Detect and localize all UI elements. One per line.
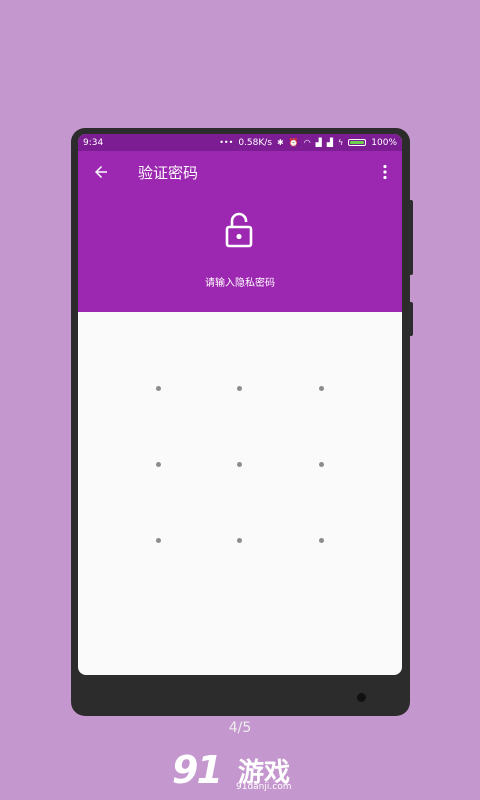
pattern-dot[interactable] (156, 538, 161, 543)
pattern-dot[interactable] (319, 386, 324, 391)
watermark-number: 91 (172, 748, 223, 792)
app-header: 验证密码 请输入隐私密码 (78, 151, 402, 312)
pattern-dot[interactable] (156, 462, 161, 467)
pattern-dot[interactable] (156, 386, 161, 391)
charging-icon: ϟ (337, 137, 344, 147)
pattern-grid[interactable] (78, 312, 402, 675)
pattern-dot[interactable] (319, 462, 324, 467)
signal-icon-2: ▟ (326, 137, 333, 147)
more-vert-icon[interactable] (382, 164, 388, 180)
bluetooth-icon: ✱ (277, 137, 284, 147)
wifi-icon: ◠ (303, 137, 311, 147)
more-dots-icon: ••• (219, 137, 234, 147)
password-prompt: 请输入隐私密码 (205, 278, 275, 289)
watermark-sub: 91danji.com (236, 782, 292, 792)
page-indicator: 4/5 (228, 720, 252, 736)
pattern-dot[interactable] (319, 538, 324, 543)
network-speed: 0.58K/s (238, 137, 273, 148)
status-icons: ••• 0.58K/s ✱ ⏰ ◠ ▟ ▟ ϟ 100% (219, 138, 397, 148)
pattern-dot[interactable] (237, 386, 242, 391)
status-time: 9:34 (83, 137, 104, 148)
status-bar: 9:34 ••• 0.58K/s ✱ ⏰ ◠ ▟ ▟ ϟ 100% (78, 134, 402, 151)
volume-button (409, 200, 413, 275)
signal-icon: ▟ (315, 137, 322, 147)
battery-percent: 100% (371, 137, 397, 148)
arrow-left-icon[interactable] (92, 163, 110, 181)
battery-icon (348, 139, 367, 146)
watermark-logo: 91 游戏 91danji.com (172, 748, 312, 796)
phone-screen: 9:34 ••• 0.58K/s ✱ ⏰ ◠ ▟ ▟ ϟ 100% 验证密码 请… (78, 134, 402, 675)
page-title: 验证密码 (138, 164, 199, 182)
front-camera (357, 693, 366, 702)
alarm-icon: ⏰ (288, 137, 299, 147)
pattern-dot[interactable] (237, 462, 242, 467)
toolbar: 验证密码 (78, 151, 402, 193)
power-button (409, 302, 413, 336)
pattern-dot[interactable] (237, 538, 242, 543)
unlock-icon (225, 212, 253, 248)
